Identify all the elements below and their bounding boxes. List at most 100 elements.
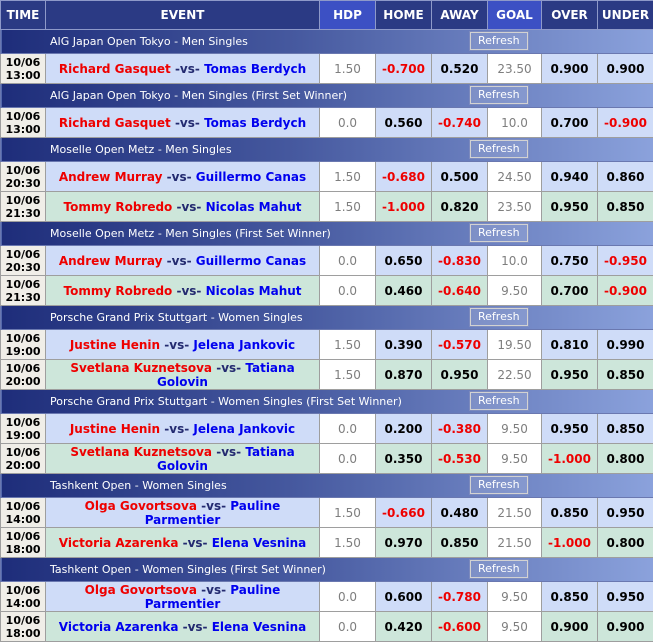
- home-player: Olga Govortsova: [85, 499, 197, 513]
- over-odds-cell: 0.950: [542, 192, 598, 222]
- hdp-cell: 1.50: [320, 192, 376, 222]
- match-clock: 14:00: [1, 597, 45, 610]
- match-event: Tommy Robredo -vs- Nicolas Mahut: [46, 192, 320, 222]
- away-player: Guillermo Canas: [196, 170, 306, 184]
- goal-cell: 22.50: [488, 360, 542, 390]
- over-odds-cell: 0.900: [542, 54, 598, 84]
- match-row: 10/0621:30Tommy Robredo -vs- Nicolas Mah…: [1, 276, 653, 306]
- goal-cell: 9.50: [488, 612, 542, 642]
- under-odds-cell: 0.900: [598, 54, 653, 84]
- home-player: Justine Henin: [70, 422, 160, 436]
- league-title: Moselle Open Metz - Men Singles: [50, 143, 232, 156]
- home-odds-cell: 0.350: [376, 444, 432, 474]
- goal-cell: 21.50: [488, 528, 542, 558]
- home-player: Tommy Robredo: [63, 284, 172, 298]
- goal-cell: 9.50: [488, 444, 542, 474]
- goal-cell: 23.50: [488, 54, 542, 84]
- over-odds-cell: 0.950: [542, 360, 598, 390]
- league-section-header: AIG Japan Open Tokyo - Men Singles (Firs…: [1, 84, 653, 108]
- home-player: Victoria Azarenka: [59, 536, 179, 550]
- match-clock: 18:00: [1, 627, 45, 640]
- goal-cell: 19.50: [488, 330, 542, 360]
- away-odds-cell: -0.570: [432, 330, 488, 360]
- league-section-header: AIG Japan Open Tokyo - Men SinglesRefres…: [1, 30, 653, 54]
- under-odds-cell: 0.950: [598, 498, 653, 528]
- hdp-cell: 0.0: [320, 414, 376, 444]
- league-section-header: Porsche Grand Prix Stuttgart - Women Sin…: [1, 390, 653, 414]
- refresh-button[interactable]: Refresh: [470, 86, 528, 104]
- league-title: Porsche Grand Prix Stuttgart - Women Sin…: [50, 311, 303, 324]
- goal-cell: 10.0: [488, 246, 542, 276]
- refresh-button[interactable]: Refresh: [470, 32, 528, 50]
- vs-label: -vs-: [176, 200, 201, 214]
- vs-label: -vs-: [216, 445, 241, 459]
- match-row: 10/0618:00Victoria Azarenka -vs- Elena V…: [1, 528, 653, 558]
- refresh-button[interactable]: Refresh: [470, 308, 528, 326]
- hdp-cell: 1.50: [320, 528, 376, 558]
- league-title: Tashkent Open - Women Singles: [50, 479, 227, 492]
- home-odds-cell: 0.650: [376, 246, 432, 276]
- league-section-row: Tashkent Open - Women Singles (First Set…: [1, 558, 653, 582]
- under-odds-cell: 0.800: [598, 444, 653, 474]
- away-odds-cell: 0.480: [432, 498, 488, 528]
- vs-label: -vs-: [164, 338, 189, 352]
- match-row: 10/0619:00Justine Henin -vs- Jelena Jank…: [1, 330, 653, 360]
- refresh-button[interactable]: Refresh: [470, 476, 528, 494]
- league-title: Tashkent Open - Women Singles (First Set…: [50, 563, 326, 576]
- match-row: 10/0613:00Richard Gasquet -vs- Tomas Ber…: [1, 108, 653, 138]
- refresh-button[interactable]: Refresh: [470, 392, 528, 410]
- match-clock: 20:30: [1, 177, 45, 190]
- under-odds-cell: 0.950: [598, 582, 653, 612]
- hdp-cell: 0.0: [320, 612, 376, 642]
- under-odds-cell: -0.900: [598, 276, 653, 306]
- home-player: Justine Henin: [70, 338, 160, 352]
- league-section-header: Tashkent Open - Women Singles (First Set…: [1, 558, 653, 582]
- home-player: Andrew Murray: [59, 170, 163, 184]
- match-time: 10/0619:00: [1, 414, 46, 444]
- away-player: Tomas Berdych: [204, 62, 306, 76]
- league-section-header: Tashkent Open - Women Singles Refresh: [1, 474, 653, 498]
- vs-label: -vs-: [167, 170, 192, 184]
- odds-table: TIME EVENT HDP HOME AWAY GOAL OVER UNDER…: [0, 0, 653, 642]
- vs-label: -vs-: [175, 116, 200, 130]
- away-odds-cell: 0.950: [432, 360, 488, 390]
- over-odds-cell: 0.850: [542, 498, 598, 528]
- over-odds-cell: 0.900: [542, 612, 598, 642]
- match-date: 10/06: [1, 614, 45, 627]
- home-odds-cell: -1.000: [376, 192, 432, 222]
- refresh-button[interactable]: Refresh: [470, 560, 528, 578]
- home-player: Richard Gasquet: [59, 62, 171, 76]
- match-clock: 20:00: [1, 375, 45, 388]
- hdp-cell: 0.0: [320, 582, 376, 612]
- goal-cell: 21.50: [488, 498, 542, 528]
- hdp-cell: 0.0: [320, 444, 376, 474]
- home-odds-cell: -0.680: [376, 162, 432, 192]
- match-clock: 14:00: [1, 513, 45, 526]
- match-event: Richard Gasquet -vs- Tomas Berdych: [46, 108, 320, 138]
- match-event: Victoria Azarenka -vs- Elena Vesnina: [46, 612, 320, 642]
- league-section-row: Moselle Open Metz - Men Singles (First S…: [1, 222, 653, 246]
- home-odds-cell: 0.600: [376, 582, 432, 612]
- goal-cell: 9.50: [488, 582, 542, 612]
- match-date: 10/06: [1, 446, 45, 459]
- match-time: 10/0614:00: [1, 582, 46, 612]
- home-player: Svetlana Kuznetsova: [70, 445, 212, 459]
- under-odds-cell: 0.800: [598, 528, 653, 558]
- over-odds-cell: 0.700: [542, 108, 598, 138]
- match-time: 10/0621:30: [1, 276, 46, 306]
- match-event: Olga Govortsova -vs- Pauline Parmentier: [46, 582, 320, 612]
- league-title: AIG Japan Open Tokyo - Men Singles (Firs…: [50, 89, 347, 102]
- match-clock: 13:00: [1, 123, 45, 136]
- column-header-over: OVER: [542, 1, 598, 30]
- refresh-button[interactable]: Refresh: [470, 140, 528, 158]
- match-clock: 20:00: [1, 459, 45, 472]
- match-row: 10/0614:00Olga Govortsova -vs- Pauline P…: [1, 498, 653, 528]
- refresh-button[interactable]: Refresh: [470, 224, 528, 242]
- league-section-row: AIG Japan Open Tokyo - Men SinglesRefres…: [1, 30, 653, 54]
- league-section-row: Porsche Grand Prix Stuttgart - Women Sin…: [1, 390, 653, 414]
- match-date: 10/06: [1, 500, 45, 513]
- over-odds-cell: 0.940: [542, 162, 598, 192]
- match-time: 10/0613:00: [1, 108, 46, 138]
- match-date: 10/06: [1, 194, 45, 207]
- away-odds-cell: -0.830: [432, 246, 488, 276]
